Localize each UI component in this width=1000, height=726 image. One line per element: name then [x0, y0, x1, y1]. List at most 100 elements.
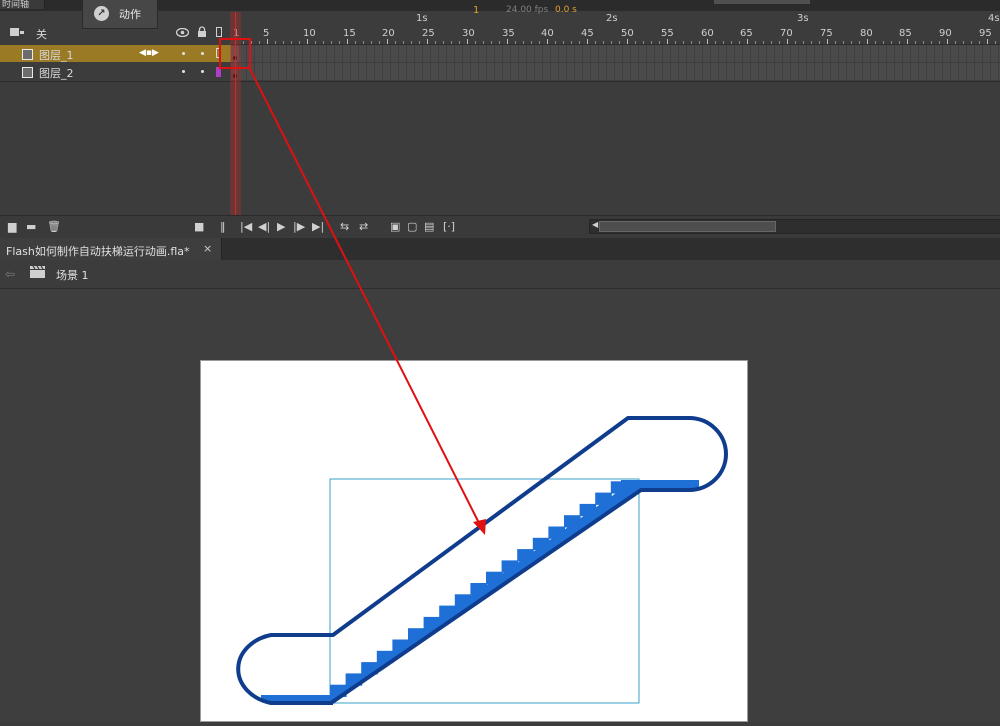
- ruler-tick: [811, 41, 812, 44]
- ruler-tick: [707, 39, 708, 44]
- layer-name[interactable]: 图层_2: [39, 65, 74, 81]
- ruler-tick: [339, 41, 340, 44]
- scene-clapper-icon: [30, 266, 45, 278]
- ruler-tick: [603, 41, 604, 44]
- ruler-tick: [507, 39, 508, 44]
- timeline-scroll-thumb[interactable]: [599, 221, 776, 232]
- frame-number: 70: [780, 28, 793, 39]
- lock-icon[interactable]: [197, 26, 207, 38]
- ruler-tick: [331, 41, 332, 44]
- lock-dot[interactable]: [201, 52, 204, 55]
- ruler-tick: [651, 41, 652, 44]
- onion-skin-icon[interactable]: ▣: [390, 221, 400, 232]
- ruler-tick: [259, 41, 260, 44]
- scroll-left-icon[interactable]: ◀: [592, 220, 598, 229]
- play-icon[interactable]: ▶: [277, 221, 285, 232]
- frame-cells-layer-2[interactable]: [231, 63, 1000, 80]
- ruler-tick: [779, 41, 780, 44]
- ruler-tick: [859, 41, 860, 44]
- ruler-tick: [691, 41, 692, 44]
- back-arrow-icon[interactable]: ⇦: [5, 267, 15, 281]
- new-folder-icon[interactable]: ▬: [26, 221, 36, 232]
- visibility-dot[interactable]: [182, 70, 185, 73]
- outline-icon[interactable]: [216, 27, 222, 37]
- close-icon[interactable]: ×: [203, 242, 212, 255]
- second-label: 3s: [797, 13, 809, 24]
- ruler-tick: [987, 39, 988, 44]
- loop-icon[interactable]: ⇆: [340, 221, 349, 232]
- elapsed-time-readout[interactable]: 0.0 s: [555, 5, 577, 15]
- scene-label[interactable]: 场景 1: [56, 267, 89, 283]
- escalator-artwork[interactable]: [201, 361, 749, 723]
- layer-name[interactable]: 图层_1: [39, 47, 74, 63]
- ruler-tick: [995, 41, 996, 44]
- eye-icon[interactable]: [176, 28, 189, 37]
- ruler-tick: [491, 41, 492, 44]
- ruler-tick: [771, 41, 772, 44]
- timeline-panel-tab[interactable]: 时间轴: [0, 0, 45, 10]
- lock-dot[interactable]: [201, 70, 204, 73]
- ruler-tick: [827, 39, 828, 44]
- onion-markers-icon[interactable]: [·]: [443, 221, 455, 232]
- frame-number: 5: [263, 28, 270, 39]
- ruler-tick: [635, 41, 636, 44]
- escalator-handrail-outline: [236, 416, 728, 705]
- ruler-tick: [467, 39, 468, 44]
- frame-number: 10: [303, 28, 316, 39]
- visibility-dot[interactable]: [182, 52, 185, 55]
- ruler-tick: [515, 41, 516, 44]
- camera-icon[interactable]: ■: [194, 221, 204, 232]
- ruler-tick: [283, 41, 284, 44]
- frame-number: 55: [661, 28, 674, 39]
- actions-panel-button[interactable]: ↗ 动作: [82, 0, 158, 29]
- ruler-tick: [371, 41, 372, 44]
- trash-icon[interactable]: 🗑: [47, 221, 61, 232]
- ruler-tick: [323, 41, 324, 44]
- ruler-tick: [547, 39, 548, 44]
- timeline-icon[interactable]: [9, 27, 25, 38]
- ruler-tick: [715, 41, 716, 44]
- ruler-tick: [531, 41, 532, 44]
- layer-row-1[interactable]: 图层_1 ◀▪▶: [0, 45, 231, 62]
- ruler-tick: [379, 41, 380, 44]
- timeline-panel-title: 时间轴: [2, 0, 30, 10]
- keyframe-nav-icon[interactable]: ◀▪▶: [139, 48, 159, 58]
- ruler-tick: [787, 39, 788, 44]
- current-frame-readout[interactable]: 1: [473, 5, 479, 16]
- layer-row-2[interactable]: 图层_2: [0, 63, 231, 80]
- ruler-tick: [939, 41, 940, 44]
- ruler-tick: [795, 41, 796, 44]
- edit-multiple-icon[interactable]: ▤: [424, 221, 434, 232]
- next-frame-icon[interactable]: |▶: [293, 221, 305, 232]
- ruler-tick: [819, 41, 820, 44]
- frame-number: 50: [621, 28, 634, 39]
- layer-icon: [22, 49, 33, 60]
- new-layer-icon[interactable]: ▆: [8, 221, 16, 232]
- frame-ruler[interactable]: 1s 2s 3s 4s 1 5 10 15 20 25 30 35 40 45 …: [231, 11, 1000, 45]
- ruler-tick: [883, 41, 884, 44]
- layers-divider: [0, 81, 1000, 82]
- ruler-tick: [555, 41, 556, 44]
- first-frame-icon[interactable]: |◀: [240, 221, 252, 232]
- ruler-tick: [579, 41, 580, 44]
- ruler-tick: [595, 41, 596, 44]
- ruler-tick: [875, 41, 876, 44]
- ruler-tick: [611, 41, 612, 44]
- second-label: 1s: [416, 13, 428, 24]
- ruler-tick: [947, 39, 948, 44]
- ruler-tick: [395, 41, 396, 44]
- frame-number: 80: [860, 28, 873, 39]
- onion-outline-icon[interactable]: ▢: [407, 221, 417, 232]
- last-frame-icon[interactable]: ▶|: [312, 221, 324, 232]
- prev-frame-icon[interactable]: ◀|: [258, 221, 270, 232]
- ruler-tick: [643, 41, 644, 44]
- frame-number: 90: [939, 28, 952, 39]
- frame-number: 25: [422, 28, 435, 39]
- center-frame-icon[interactable]: ⇄: [359, 221, 368, 232]
- frame-cells-layer-1[interactable]: [231, 45, 1000, 62]
- fps-readout[interactable]: 24.00 fps: [506, 5, 548, 15]
- document-tab[interactable]: Flash如何制作自动扶梯运行动画.fla* ×: [0, 238, 222, 260]
- ruler-tick: [587, 39, 588, 44]
- ruler-tick: [419, 41, 420, 44]
- stage[interactable]: [200, 360, 748, 722]
